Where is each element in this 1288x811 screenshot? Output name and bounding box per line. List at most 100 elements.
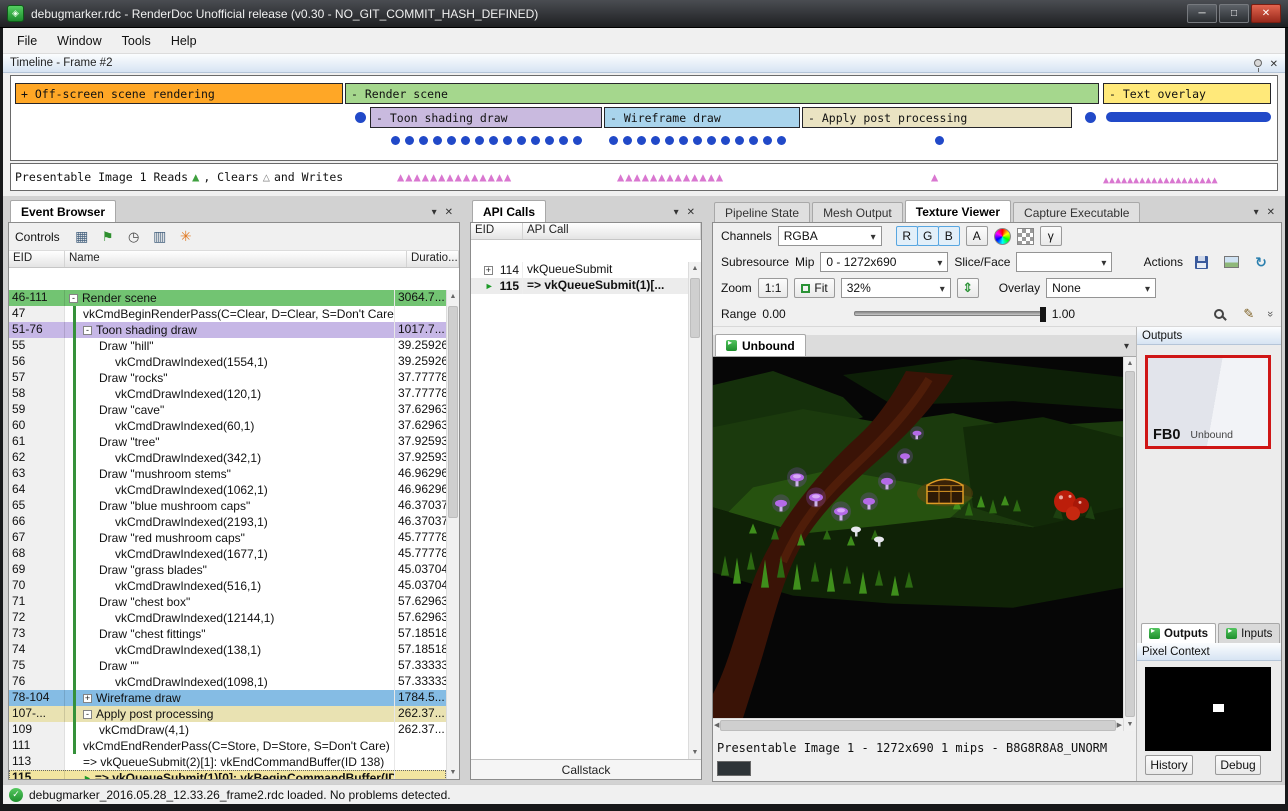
event-row[interactable]: 75 Draw "" 57.33333 (9, 658, 446, 674)
panel-menu-icon[interactable] (432, 204, 437, 218)
open-texture-list-button[interactable] (1219, 251, 1243, 273)
scrollbar-thumb[interactable] (720, 720, 1115, 731)
expand-icon[interactable]: ► (83, 771, 92, 780)
close-button[interactable]: ✕ (1251, 4, 1281, 23)
scroll-up-icon[interactable] (1124, 357, 1136, 370)
find-event-button[interactable] (70, 226, 94, 248)
scroll-left-icon[interactable] (714, 721, 719, 729)
draw-event-dot[interactable] (447, 136, 456, 145)
menu-item[interactable]: Help (161, 30, 207, 52)
write-marker-icon[interactable] (471, 170, 479, 184)
write-marker-icon[interactable] (479, 170, 487, 184)
refresh-button[interactable] (1249, 251, 1273, 273)
event-row[interactable]: 70 vkCmdDrawIndexed(516,1) 45.03704 (9, 578, 446, 594)
channel-b-toggle[interactable]: B (938, 226, 960, 246)
column-duration[interactable]: Duratio... (407, 251, 459, 267)
draw-event-dot[interactable] (707, 136, 716, 145)
draw-event-dot[interactable] (475, 136, 484, 145)
event-row[interactable]: 76 vkCmdDrawIndexed(1098,1) 57.33333 (9, 674, 446, 690)
pin-icon[interactable] (1254, 59, 1262, 67)
menu-item[interactable]: Tools (112, 30, 161, 52)
scroll-up-icon[interactable] (689, 262, 701, 275)
event-row[interactable]: 107-... -Apply post processing 262.37... (9, 706, 446, 722)
scroll-down-icon[interactable] (689, 746, 701, 759)
scroll-down-icon[interactable] (447, 766, 459, 779)
panel-tab[interactable]: Capture Executable (1013, 202, 1140, 222)
event-row[interactable]: 55 Draw "hill" 39.25926 (9, 338, 446, 354)
write-marker-icon[interactable] (455, 170, 463, 184)
panel-tab[interactable]: Pipeline State (714, 202, 810, 222)
write-marker-icon[interactable] (716, 170, 724, 184)
write-marker-icon[interactable] (666, 170, 674, 184)
column-eid[interactable]: EID (9, 251, 65, 267)
toolbar-overflow-icon[interactable] (1264, 310, 1276, 316)
overlay-select[interactable]: None (1046, 278, 1156, 298)
channel-g-toggle[interactable]: G (917, 226, 939, 246)
bookmark-button[interactable] (174, 226, 198, 248)
event-row[interactable]: 51-76 -Toon shading draw 1017.7... (9, 322, 446, 338)
event-row[interactable]: 73 Draw "chest fittings" 57.18518 (9, 626, 446, 642)
draw-event-dot[interactable] (489, 136, 498, 145)
expand-icon[interactable]: - (83, 326, 92, 335)
event-row[interactable]: 47 vkCmdBeginRenderPass(C=Clear, D=Clear… (9, 306, 446, 322)
write-marker-icon[interactable] (430, 170, 438, 184)
channels-select[interactable]: RGBA (778, 226, 882, 246)
draw-event-dot[interactable] (693, 136, 702, 145)
channel-r-toggle[interactable]: R (896, 226, 918, 246)
callstack-section[interactable]: Callstack (471, 759, 701, 779)
panel-tab[interactable]: Texture Viewer (905, 200, 1011, 222)
save-texture-button[interactable] (1189, 251, 1213, 273)
draw-event-dot[interactable] (763, 136, 772, 145)
menu-item[interactable]: File (7, 30, 47, 52)
expand-icon[interactable]: ► (485, 279, 494, 294)
draw-event-dot[interactable] (419, 136, 428, 145)
event-row[interactable]: 68 vkCmdDrawIndexed(1677,1) 45.77778 (9, 546, 446, 562)
draw-event-dot[interactable] (609, 136, 618, 145)
close-icon[interactable] (1267, 204, 1275, 218)
range-slider[interactable] (854, 311, 1046, 316)
scroll-right-icon[interactable] (1117, 721, 1122, 729)
sliceface-select[interactable] (1016, 252, 1112, 272)
event-row[interactable]: 57 Draw "rocks" 37.77778 (9, 370, 446, 386)
write-marker-icon[interactable] (463, 170, 471, 184)
gamma-toggle[interactable]: γ (1040, 226, 1062, 246)
column-api-call[interactable]: API Call (523, 223, 701, 239)
zoom-select[interactable]: 32% (841, 278, 951, 298)
write-marker-icon[interactable] (446, 170, 454, 184)
tab-event-browser[interactable]: Event Browser (10, 200, 116, 222)
event-row[interactable]: 115 ►=> vkQueueSubmit(1)[0]: vkBeginComm… (9, 770, 446, 779)
draw-event-dot[interactable] (355, 112, 366, 123)
event-row[interactable]: 111 vkCmdEndRenderPass(C=Store, D=Store,… (9, 738, 446, 754)
write-marker-icon[interactable] (496, 170, 504, 184)
timeline-block-post[interactable]: - Apply post processing (802, 107, 1072, 128)
write-marker-icon[interactable] (504, 170, 512, 184)
minimize-button[interactable]: ─ (1187, 4, 1217, 23)
zoom-1to1-button[interactable]: 1:1 (758, 278, 789, 298)
timeline-block-wireframe[interactable]: - Wireframe draw (604, 107, 800, 128)
time-durations-button[interactable] (122, 226, 146, 248)
draw-event-dot[interactable] (721, 136, 730, 145)
scrollbar-thumb[interactable] (1125, 371, 1135, 717)
draw-event-dot[interactable] (531, 136, 540, 145)
api-calls-scrollbar[interactable] (688, 262, 701, 759)
api-call-row[interactable]: +114 vkQueueSubmit (471, 262, 688, 278)
texture-horizontal-scrollbar[interactable] (713, 718, 1123, 731)
range-slider-thumb[interactable] (1040, 307, 1046, 322)
checkerboard-icon[interactable] (1017, 228, 1034, 245)
flip-y-button[interactable] (957, 278, 979, 298)
draw-event-dot[interactable] (679, 136, 688, 145)
range-max-value[interactable]: 1.00 (1052, 307, 1075, 321)
write-marker-icon[interactable] (708, 170, 716, 184)
draw-event-dot[interactable] (735, 136, 744, 145)
sidebar-tab[interactable]: Inputs (1218, 623, 1280, 643)
event-row[interactable]: 46-111 -Render scene 3064.7... (9, 290, 446, 306)
column-name[interactable]: Name (65, 251, 407, 267)
scroll-up-icon[interactable] (447, 290, 459, 303)
expand-icon[interactable]: + (83, 694, 92, 703)
write-marker-icon[interactable] (633, 170, 641, 184)
event-row[interactable]: 63 Draw "mushroom stems" 46.96296 (9, 466, 446, 482)
tab-unbound-texture[interactable]: Unbound (715, 334, 806, 356)
channel-a-toggle[interactable]: A (966, 226, 988, 246)
event-row[interactable]: 72 vkCmdDrawIndexed(12144,1) 57.62963 (9, 610, 446, 626)
menu-item[interactable]: Window (47, 30, 111, 52)
